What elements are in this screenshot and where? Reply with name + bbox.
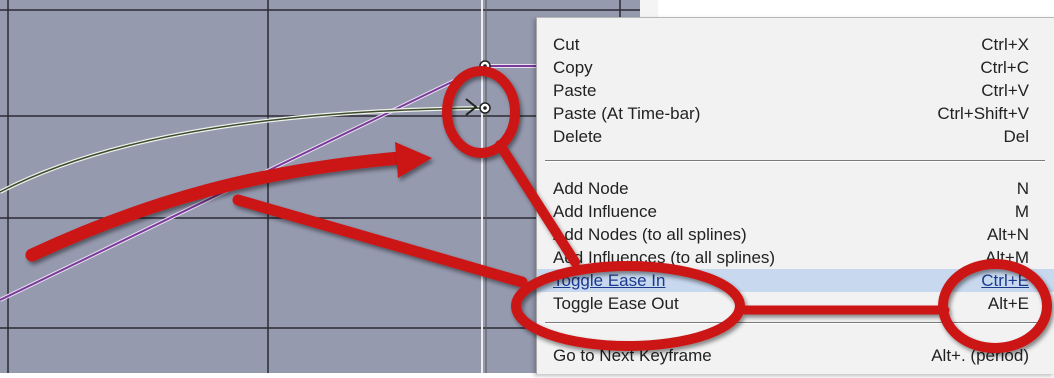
spline-curve-purple[interactable] [0,64,540,302]
menu-item-label: Add Node [553,179,629,198]
menu-item-label: Paste [553,81,597,100]
menu-item-shortcut: Alt+N [986,225,1029,244]
spline-curve-green-line [0,107,486,193]
menu-separator [545,322,1045,324]
menu-item-label: Toggle Ease Out [553,294,679,313]
spline-curve-purple-line [0,65,540,301]
menu-item-shortcut: M [1014,202,1029,221]
menu-item-shortcut: Ctrl+Shift+V [937,104,1029,123]
menu-item-delete[interactable]: Delete Del [537,125,1054,148]
menu-item-label: Delete [553,127,603,146]
menu-item-shortcut: N [1016,179,1029,198]
menu-item-shortcut: Ctrl+E [981,271,1029,290]
menu-item-shortcut: Alt+. (period) [931,346,1029,365]
menu-item-shortcut: Ctrl+C [980,58,1029,77]
menu-item-shortcut: Ctrl+X [981,35,1029,54]
menu-item-label: Paste (At Time-bar) [553,104,701,123]
keyframe-node-icon[interactable] [479,60,491,72]
keyframe-node-icon[interactable] [479,102,491,114]
menu-item-shortcut: Ctrl+V [981,81,1029,100]
menu-item-shortcut: Alt+E [987,294,1029,313]
menu-item-label: Cut [553,35,580,54]
menu-item-add-influences-all-splines[interactable]: Add Influences (to all splines) Alt+M [537,246,1054,269]
menu-item-label: Toggle Ease In [553,271,666,290]
menu-item-label: Add Influences (to all splines) [553,248,776,267]
menu-item-add-nodes-all-splines[interactable]: Add Nodes (to all splines) Alt+N [537,223,1054,246]
menu-separator [545,160,1045,162]
menu-item-shortcut: Del [1003,127,1029,146]
menu-item-shortcut: Alt+M [985,248,1029,267]
menu-item-go-to-next-keyframe[interactable]: Go to Next Keyframe Alt+. (period) [537,344,1054,367]
spline-curve-green[interactable] [0,106,486,194]
menu-item-label: Go to Next Keyframe [553,346,712,365]
menu-item-label: Add Influence [553,202,657,221]
context-menu: Cut Ctrl+X Copy Ctrl+C Paste Ctrl+V Past… [536,17,1054,374]
menu-item-copy[interactable]: Copy Ctrl+C [537,56,1054,79]
menu-item-add-influence[interactable]: Add Influence M [537,200,1054,223]
menu-item-cut[interactable]: Cut Ctrl+X [537,33,1054,56]
menu-item-toggle-ease-out[interactable]: Toggle Ease Out Alt+E [537,292,1054,315]
menu-item-toggle-ease-in[interactable]: Toggle Ease In Ctrl+E [537,269,1054,292]
menu-item-label: Copy [553,58,593,77]
menu-item-paste[interactable]: Paste Ctrl+V [537,79,1054,102]
menu-item-add-node[interactable]: Add Node N [537,177,1054,200]
menu-item-paste-at-time-bar[interactable]: Paste (At Time-bar) Ctrl+Shift+V [537,102,1054,125]
menu-item-label: Add Nodes (to all splines) [553,225,747,244]
